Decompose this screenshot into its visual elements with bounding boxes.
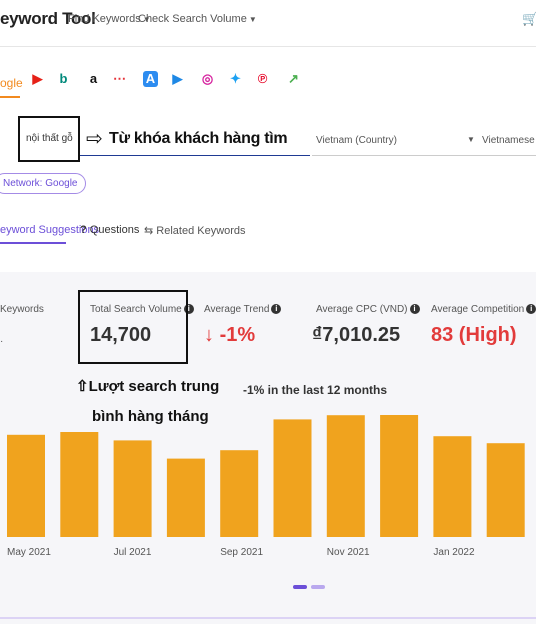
chart-x-tick-label: May 2021: [7, 547, 51, 558]
nav-check-search-volume[interactable]: Check Search Volume ▼: [138, 13, 257, 25]
chevron-down-icon: ▼: [248, 15, 257, 24]
chart-x-tick-label: Jan 2022: [433, 547, 475, 558]
amazon-icon[interactable]: a: [86, 71, 101, 87]
search-input[interactable]: nội thất gỗ: [26, 133, 73, 144]
arrow-down-icon: ↓: [204, 324, 214, 346]
related-icon: ⇆: [144, 225, 154, 237]
question-icon: ?: [80, 224, 87, 236]
trend-note: -1% in the last 12 months: [243, 383, 388, 397]
bottom-divider: [0, 617, 536, 619]
source-tab-underline: [0, 96, 20, 98]
chart-bar[interactable]: [433, 436, 472, 537]
header-divider: [0, 46, 536, 47]
language-select[interactable]: Vietnamese -: [482, 135, 536, 146]
stat-cpc-label: Average CPC (VND) i: [316, 304, 420, 315]
twitter-icon[interactable]: ✦: [228, 71, 243, 87]
ebay-icon[interactable]: ⋯: [112, 71, 127, 87]
stat-cpc-value: ₫7,010.25: [312, 324, 401, 346]
trends-icon[interactable]: ↗: [286, 71, 301, 87]
annotation-volume-line-1: ⇧Lượt search trung: [76, 377, 219, 395]
tab-related-keywords[interactable]: ⇆ Related Keywords: [144, 224, 246, 237]
annotation-volume-text-1: Lượt search trung: [88, 378, 220, 395]
chart-bar[interactable]: [486, 443, 525, 537]
chart-bar[interactable]: [380, 415, 419, 537]
tab-questions-label: Questions: [89, 224, 140, 236]
arrow-up-icon: ⇧: [76, 378, 89, 395]
chevron-down-icon[interactable]: ▼: [467, 135, 475, 144]
chart-x-tick-label: Sep 2021: [220, 547, 264, 558]
stat-trend-value-text: -1%: [219, 324, 256, 346]
instagram-icon[interactable]: ◎: [200, 71, 215, 87]
stat-trend-label-text: Average Trend: [204, 304, 270, 315]
cart-icon[interactable]: 🛒: [522, 11, 536, 27]
arrow-right-icon: ⇨: [86, 128, 103, 150]
nav-find-keywords-label: Find Keywords: [68, 13, 141, 25]
stat-competition-label-text: Average Competition: [431, 304, 525, 315]
youtube-icon[interactable]: ▶: [30, 71, 45, 87]
stat-keywords-label: Keywords: [0, 304, 44, 315]
play-store-icon[interactable]: ▶: [170, 71, 185, 87]
pinterest-icon[interactable]: ℗: [255, 71, 270, 87]
annotation-keyword: Từ khóa khách hàng tìm: [109, 130, 288, 147]
volume-highlight-box: [78, 290, 188, 364]
chart-bar[interactable]: [326, 415, 365, 537]
chart-bar[interactable]: [220, 450, 259, 537]
chart-bar[interactable]: [166, 458, 205, 537]
carousel-dot-active[interactable]: [293, 585, 307, 589]
country-select[interactable]: Vietnam (Country): [316, 135, 397, 146]
stat-keywords-value: ·: [0, 336, 4, 347]
tab-questions[interactable]: ? Questions: [80, 224, 139, 236]
network-chip[interactable]: Network: Google: [0, 173, 87, 194]
chart-x-tick-label: Jul 2021: [113, 547, 152, 558]
app-store-icon[interactable]: A: [143, 71, 158, 87]
info-icon[interactable]: i: [271, 304, 282, 315]
stat-competition-value: 83 (High): [431, 324, 517, 346]
chart-bar[interactable]: [113, 440, 152, 537]
stat-competition-label: Average Competition i: [431, 304, 536, 315]
info-icon[interactable]: i: [409, 304, 420, 315]
stat-cpc-label-text: Average CPC (VND): [316, 304, 408, 315]
carousel-dot[interactable]: [311, 585, 325, 589]
info-icon[interactable]: i: [526, 304, 536, 315]
chart-x-tick-label: Nov 2021: [326, 547, 370, 558]
chart-bar[interactable]: [273, 419, 312, 537]
search-volume-chart: [7, 415, 525, 537]
source-tab-google[interactable]: ogle: [0, 76, 23, 90]
search-input-underline: [80, 155, 310, 156]
tab-related-label: Related Keywords: [156, 225, 246, 237]
tab-active-underline: [0, 242, 66, 244]
stat-trend-value: ↓ -1%: [204, 324, 255, 347]
nav-check-search-volume-label: Check Search Volume: [138, 13, 247, 25]
bing-icon[interactable]: b: [56, 71, 71, 87]
chart-bar[interactable]: [60, 432, 99, 537]
chart-bar[interactable]: [7, 434, 45, 537]
select-underline: [312, 155, 536, 156]
stat-trend-label: Average Trend i: [204, 304, 282, 315]
